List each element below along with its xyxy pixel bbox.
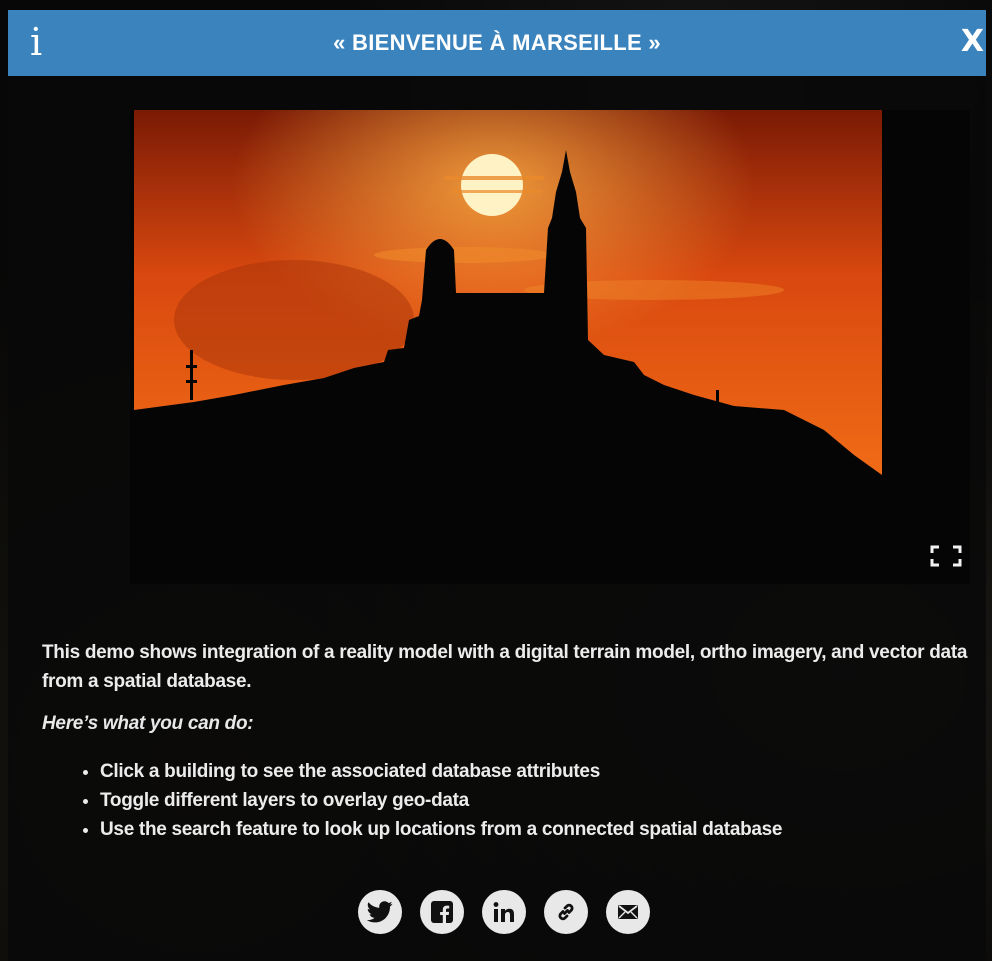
- share-email-button[interactable]: [606, 890, 650, 934]
- facebook-icon: [431, 901, 453, 923]
- demo-description: This demo shows integration of a reality…: [42, 642, 968, 692]
- media-viewer: [130, 110, 970, 584]
- dialog-title: « BIENVENUE À MARSEILLE »: [333, 30, 661, 55]
- share-twitter-button[interactable]: [358, 890, 402, 934]
- twitter-icon: [367, 901, 393, 923]
- email-icon: [618, 905, 638, 919]
- fullscreen-button[interactable]: [928, 542, 964, 570]
- sunset-photo: [134, 110, 882, 584]
- sun: [461, 154, 523, 216]
- list-item: Use the search feature to look up locati…: [100, 815, 783, 844]
- link-icon: [558, 903, 574, 921]
- actions-list: Click a building to see the associated d…: [76, 757, 783, 844]
- expand-icon: [930, 545, 962, 567]
- dialog-titlebar: i « BIENVENUE À MARSEILLE » X: [8, 10, 986, 76]
- close-button[interactable]: X: [961, 24, 984, 60]
- list-item: Toggle different layers to overlay geo-d…: [100, 786, 782, 815]
- share-bar: [358, 890, 650, 934]
- info-button[interactable]: i: [30, 20, 42, 64]
- share-facebook-button[interactable]: [420, 890, 464, 934]
- linkedin-icon: [493, 902, 514, 922]
- share-link-button[interactable]: [544, 890, 588, 934]
- list-item: Click a building to see the associated d…: [100, 757, 782, 786]
- actions-heading: Here’s what you can do:: [42, 713, 254, 734]
- share-linkedin-button[interactable]: [482, 890, 526, 934]
